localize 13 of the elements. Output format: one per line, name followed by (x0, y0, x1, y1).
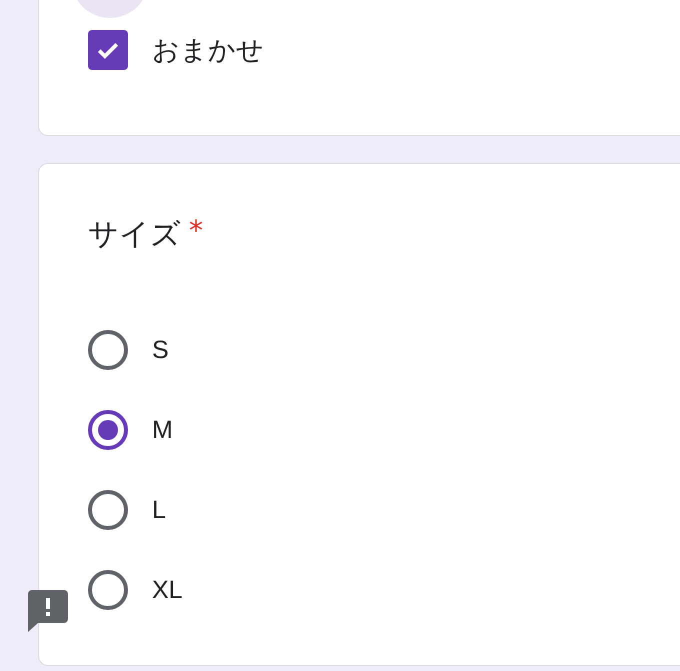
checkbox[interactable] (88, 30, 128, 70)
option-label: XL (152, 576, 183, 604)
feedback-icon[interactable] (28, 590, 68, 632)
radio-button[interactable] (88, 410, 128, 450)
question-title: サイズ (88, 216, 181, 254)
required-mark: * (189, 214, 203, 247)
option-label: L (152, 496, 166, 524)
radio-button[interactable] (88, 490, 128, 530)
option-label: M (152, 416, 173, 444)
radio-button[interactable] (88, 570, 128, 610)
option-label: おまかせ (152, 34, 264, 68)
radio-button[interactable] (88, 330, 128, 370)
option-label: S (152, 336, 169, 364)
